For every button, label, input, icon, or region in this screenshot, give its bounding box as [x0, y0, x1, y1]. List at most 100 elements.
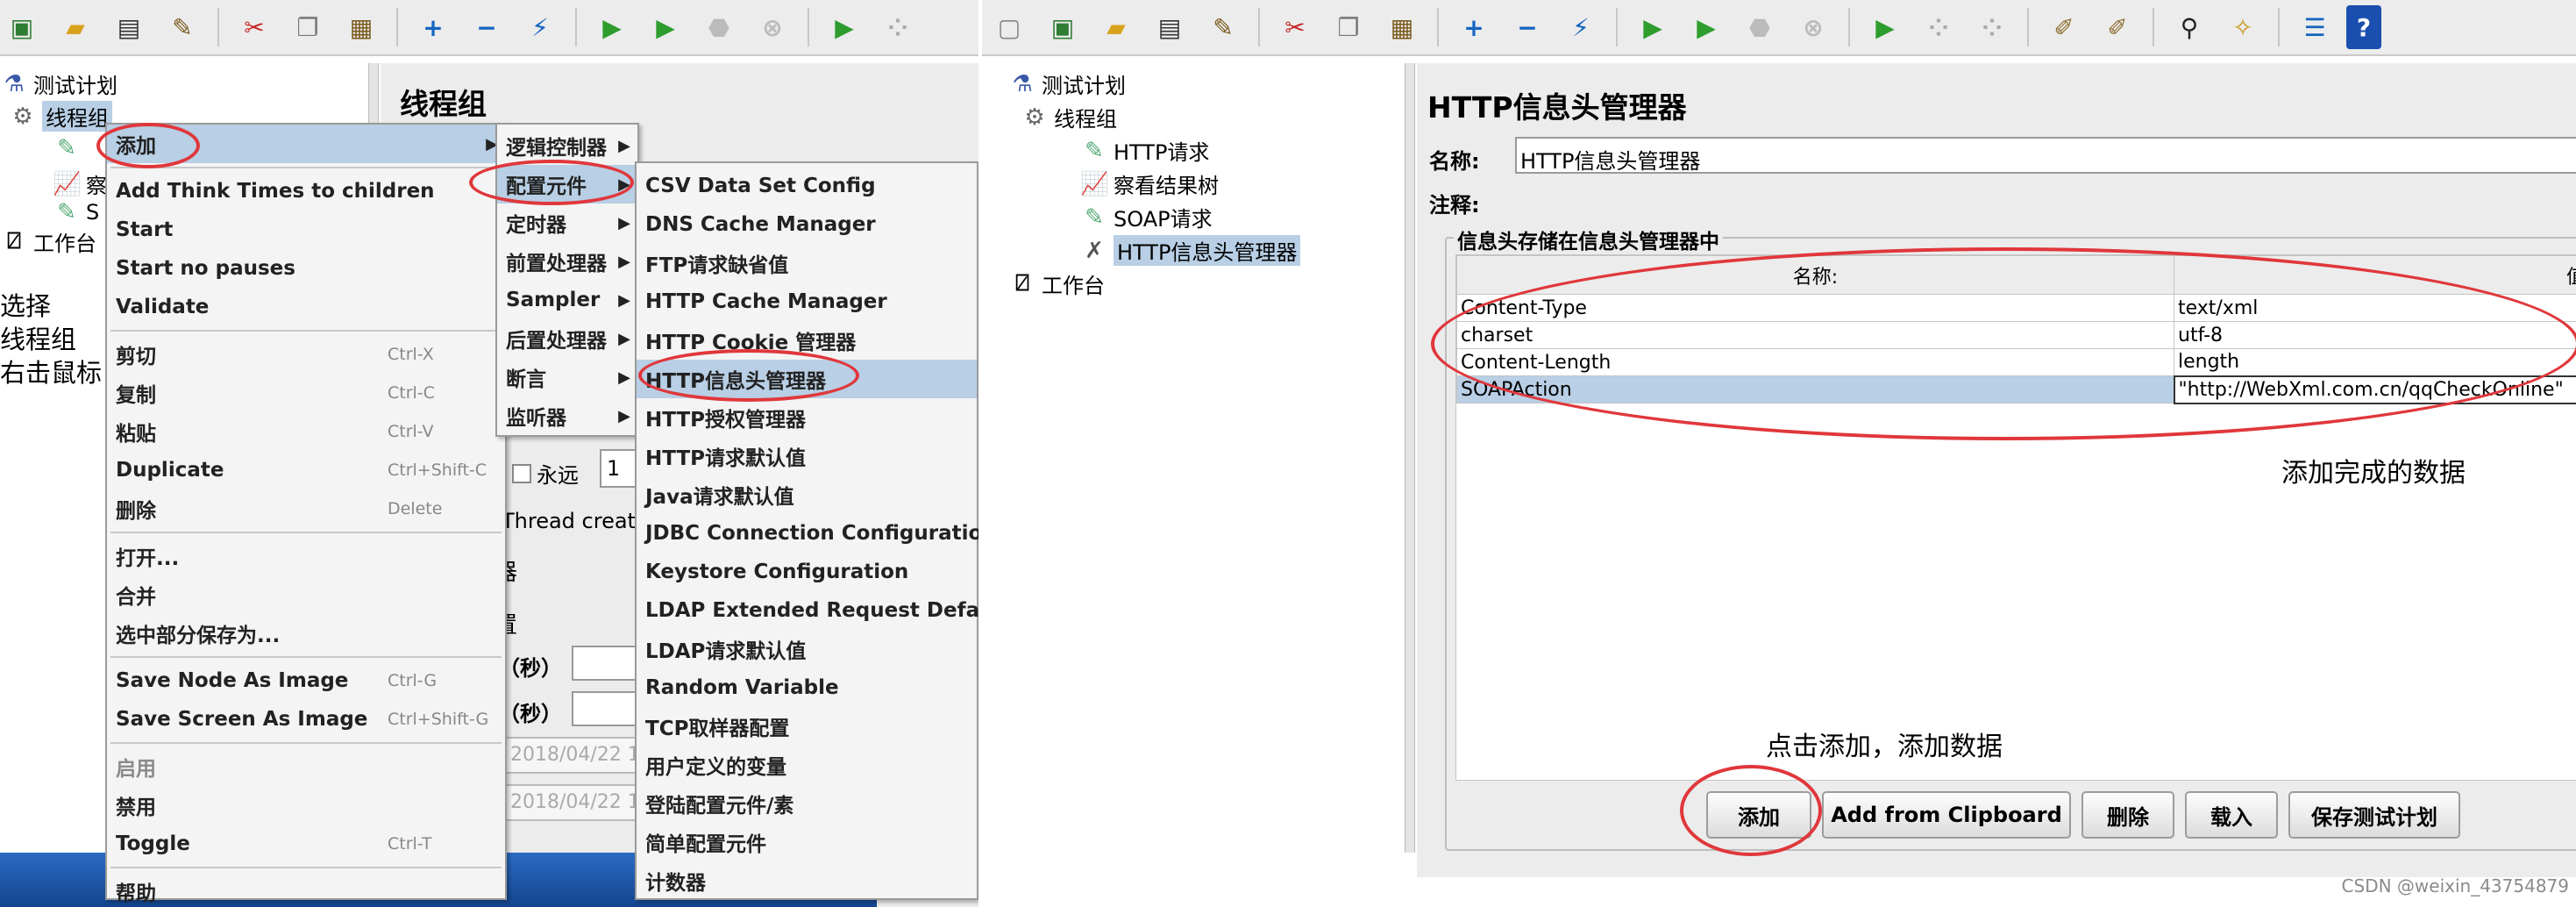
- context-menu-item[interactable]: Start no pauses: [107, 249, 505, 288]
- submenu-item[interactable]: 断言 ▶: [497, 358, 637, 396]
- copy-icon[interactable]: ❐: [286, 5, 330, 49]
- paste-icon[interactable]: ▦: [1380, 5, 1424, 49]
- submenu-item[interactable]: 定时器 ▶: [497, 204, 637, 242]
- tree-node-workbench[interactable]: ⍁ 工作台: [1008, 268, 1105, 299]
- reset-search-icon[interactable]: ✧: [2221, 5, 2265, 49]
- save-icon[interactable]: ▤: [107, 5, 151, 49]
- config-menu-item[interactable]: DNS Cache Manager: [637, 205, 977, 244]
- config-menu-item[interactable]: JDBC Connection Configuration: [637, 514, 978, 553]
- add-from-clipboard-button[interactable]: Add from Clipboard: [1822, 791, 2071, 839]
- remote-stop-icon[interactable]: ⁘: [1917, 5, 1960, 49]
- context-menu-item[interactable]: 打开...: [107, 537, 505, 575]
- splitter[interactable]: [1405, 63, 1415, 853]
- config-menu-item[interactable]: 简单配置元件: [637, 823, 977, 861]
- context-menu-item[interactable]: 禁用: [107, 786, 505, 825]
- open-folder-icon[interactable]: ▰: [1094, 5, 1138, 49]
- toggle-icon[interactable]: ⚡: [1559, 5, 1603, 49]
- comment-field[interactable]: [1515, 182, 2576, 214]
- checkbox-box[interactable]: [512, 463, 531, 483]
- templates-icon[interactable]: ▣: [0, 5, 44, 49]
- config-menu-item[interactable]: TCP取样器配置: [637, 707, 977, 746]
- context-menu-item[interactable]: Toggle Ctrl-T: [107, 825, 505, 863]
- start-no-pause-icon[interactable]: ▶: [644, 5, 687, 49]
- cut-icon[interactable]: ✂: [1273, 5, 1317, 49]
- submenu-item[interactable]: 监听器 ▶: [497, 396, 637, 435]
- config-menu-item[interactable]: Keystore Configuration: [637, 553, 977, 591]
- context-menu-item[interactable]: Add Think Times to children: [107, 172, 505, 211]
- context-menu-item[interactable]: 粘贴 Ctrl-V: [107, 412, 505, 451]
- submenu-item[interactable]: Sampler ▶: [497, 281, 637, 319]
- help-icon[interactable]: ?: [2346, 5, 2381, 49]
- tree-node-http-request[interactable]: ✎: [53, 135, 81, 161]
- templates-icon[interactable]: ▣: [1041, 5, 1085, 49]
- context-menu-item[interactable]: Save Node As Image Ctrl-G: [107, 661, 505, 700]
- toggle-icon[interactable]: ⚡: [518, 5, 562, 49]
- submenu-item[interactable]: 后置处理器 ▶: [497, 319, 637, 358]
- tree-node-test-plan[interactable]: ⚗ 测试计划: [0, 68, 117, 99]
- tree-node-thread-group[interactable]: ⚙ 线程组: [1021, 102, 1117, 132]
- context-menu-item[interactable]: Start: [107, 211, 505, 249]
- start-icon[interactable]: ▶: [1631, 5, 1675, 49]
- submenu-item[interactable]: 逻辑控制器 ▶: [497, 126, 637, 165]
- start-no-pause-icon[interactable]: ▶: [1684, 5, 1728, 49]
- context-menu-item[interactable]: 删除 Delete: [107, 489, 505, 528]
- tree-node-soap-request[interactable]: ✎ S: [53, 199, 99, 225]
- save-as-image-icon[interactable]: ✎: [160, 5, 204, 49]
- context-menu-item[interactable]: 合并: [107, 575, 505, 614]
- remote-start-icon[interactable]: ▶: [822, 5, 866, 49]
- remote-exit-icon[interactable]: ⁘: [1970, 5, 2014, 49]
- stop-icon[interactable]: ⬣: [697, 5, 741, 49]
- save-as-image-icon[interactable]: ✎: [1201, 5, 1245, 49]
- name-field[interactable]: HTTP信息头管理器: [1515, 137, 2576, 174]
- remote-stop-icon[interactable]: ⁘: [876, 5, 920, 49]
- context-menu-item[interactable]: 选中部分保存为...: [107, 614, 505, 653]
- search-icon[interactable]: ⚲: [2167, 5, 2211, 49]
- context-menu-item[interactable]: Save Screen As Image Ctrl+Shift-G: [107, 700, 505, 739]
- context-menu-item[interactable]: 剪切 Ctrl-X: [107, 335, 505, 374]
- collapse-icon[interactable]: −: [465, 5, 509, 49]
- config-menu-item[interactable]: 登陆配置元件/素: [637, 784, 977, 823]
- new-icon[interactable]: ▢: [987, 5, 1031, 49]
- tree-node-results-tree[interactable]: 📈 察: [53, 168, 107, 199]
- tree-node-http-request[interactable]: ✎ HTTP请求: [1080, 135, 1209, 166]
- cut-icon[interactable]: ✂: [232, 5, 276, 49]
- tree-node-header-manager[interactable]: ✗ HTTP信息头管理器: [1080, 235, 1301, 266]
- shutdown-icon[interactable]: ⊗: [1791, 5, 1835, 49]
- config-menu-item[interactable]: FTP请求缺省值: [637, 244, 977, 282]
- config-menu-item[interactable]: HTTP请求默认值: [637, 437, 977, 475]
- context-menu-item[interactable]: 复制 Ctrl-C: [107, 374, 505, 412]
- context-menu-item[interactable]: Validate: [107, 288, 505, 326]
- config-menu-item[interactable]: Random Variable: [637, 668, 977, 707]
- config-menu-item[interactable]: CSV Data Set Config: [637, 167, 977, 205]
- start-icon[interactable]: ▶: [590, 5, 634, 49]
- paste-icon[interactable]: ▦: [339, 5, 383, 49]
- forever-checkbox[interactable]: 永远: [512, 458, 579, 489]
- config-menu-item[interactable]: LDAP请求默认值: [637, 630, 977, 668]
- context-menu-item[interactable]: 启用: [107, 747, 505, 786]
- config-menu-item[interactable]: 用户定义的变量: [637, 746, 977, 784]
- copy-icon[interactable]: ❐: [1327, 5, 1370, 49]
- config-menu-item[interactable]: Java请求默认值: [637, 475, 977, 514]
- submenu-item[interactable]: 前置处理器 ▶: [497, 242, 637, 281]
- collapse-icon[interactable]: −: [1505, 5, 1549, 49]
- context-menu-item[interactable]: Duplicate Ctrl+Shift-C: [107, 451, 505, 489]
- remote-start-icon[interactable]: ▶: [1863, 5, 1907, 49]
- context-menu-item[interactable]: 帮助: [107, 872, 505, 907]
- stop-icon[interactable]: ⬣: [1738, 5, 1782, 49]
- shutdown-icon[interactable]: ⊗: [751, 5, 794, 49]
- save-icon[interactable]: ▤: [1148, 5, 1192, 49]
- tree-node-results-tree[interactable]: 📈 察看结果树: [1080, 168, 1219, 199]
- save-test-plan-button[interactable]: 保存测试计划: [2288, 791, 2460, 839]
- clear-icon[interactable]: ✐: [2042, 5, 2086, 49]
- config-menu-item[interactable]: HTTP授权管理器: [637, 398, 977, 437]
- tree-node-soap-request[interactable]: ✎ SOAP请求: [1080, 202, 1213, 232]
- function-helper-icon[interactable]: ☰: [2293, 5, 2337, 49]
- config-menu-item[interactable]: LDAP Extended Request Defaults: [637, 591, 978, 630]
- delete-button[interactable]: 删除: [2081, 791, 2174, 839]
- tree-node-thread-group[interactable]: ⚙ 线程组: [9, 101, 112, 132]
- expand-icon[interactable]: +: [1452, 5, 1496, 49]
- open-folder-icon[interactable]: ▰: [53, 5, 97, 49]
- load-button[interactable]: 载入: [2185, 791, 2278, 839]
- config-menu-item[interactable]: 计数器: [637, 861, 977, 900]
- tree-node-test-plan[interactable]: ⚗ 测试计划: [1008, 68, 1126, 99]
